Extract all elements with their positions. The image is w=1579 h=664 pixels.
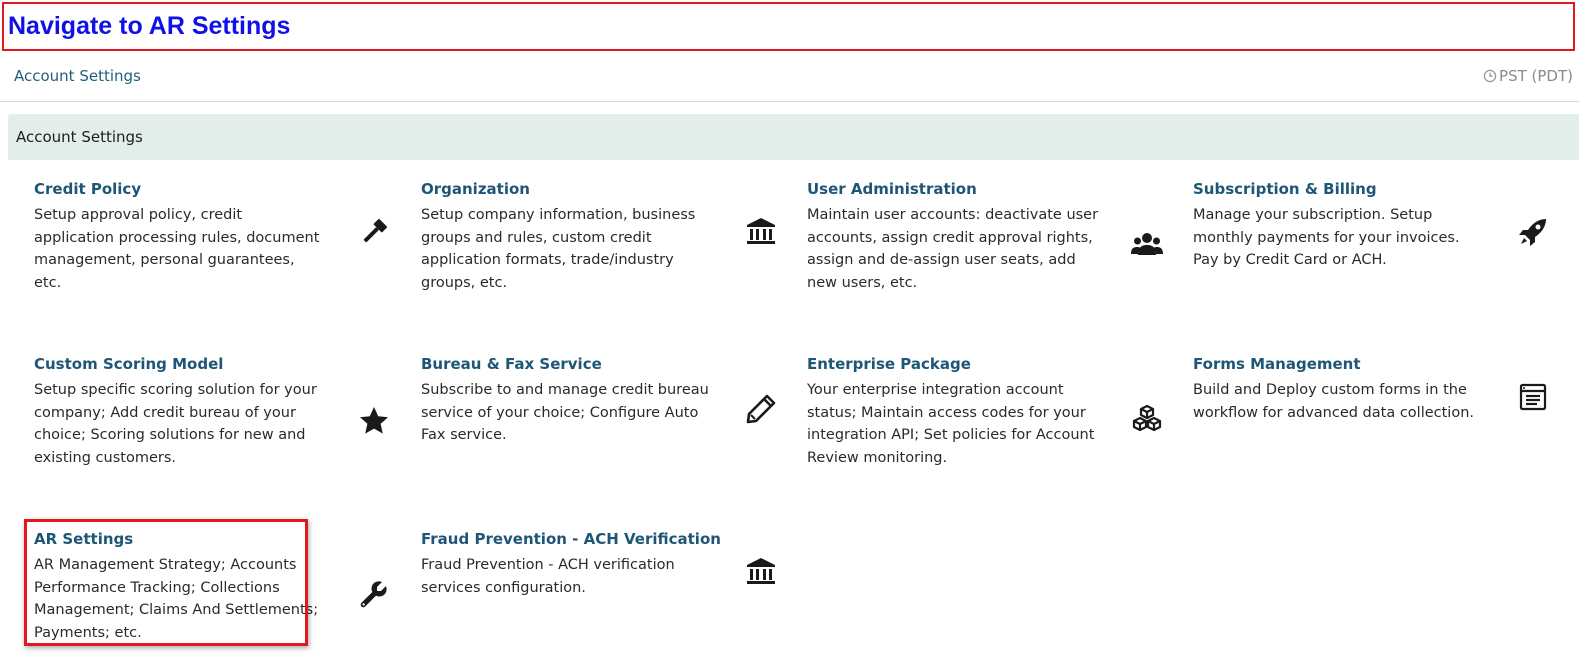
users-icon — [1127, 224, 1167, 264]
account-settings-panel: Account Settings Credit Policy Setup app… — [8, 114, 1579, 664]
bank-icon — [741, 212, 781, 252]
card-description: Fraud Prevention - ACH verification serv… — [421, 557, 675, 596]
instruction-text: Navigate to AR Settings — [8, 12, 291, 40]
top-bar: Account Settings PST (PDT) — [0, 54, 1579, 102]
clock-icon — [1483, 69, 1497, 83]
bank-icon — [741, 552, 781, 592]
subscription-billing-link[interactable]: Subscription & Billing — [1193, 180, 1563, 198]
card-custom-scoring-model: Custom Scoring Model Setup specific scor… — [34, 355, 404, 469]
organization-link[interactable]: Organization — [421, 180, 791, 198]
card-description: Setup company information, business grou… — [421, 207, 696, 291]
card-description: Build and Deploy custom forms in the wor… — [1193, 382, 1475, 421]
card-description: Your enterprise integration account stat… — [807, 382, 1095, 466]
rocket-icon — [1513, 212, 1553, 252]
wrench-icon — [354, 574, 394, 614]
instruction-banner: Navigate to AR Settings — [2, 2, 1575, 51]
card-description: Manage your subscription. Setup monthly … — [1193, 207, 1460, 268]
ar-settings-link[interactable]: AR Settings — [34, 530, 404, 548]
card-bureau-fax-service: Bureau & Fax Service Subscribe to and ma… — [421, 355, 791, 447]
card-credit-policy: Credit Policy Setup approval policy, cre… — [34, 180, 404, 294]
star-icon — [354, 401, 394, 441]
form-icon — [1513, 377, 1553, 417]
credit-policy-link[interactable]: Credit Policy — [34, 180, 404, 198]
card-description: AR Management Strategy; Accounts Perform… — [34, 557, 319, 641]
timezone-indicator: PST (PDT) — [1483, 67, 1573, 85]
bureau-fax-service-link[interactable]: Bureau & Fax Service — [421, 355, 791, 373]
custom-scoring-model-link[interactable]: Custom Scoring Model — [34, 355, 404, 373]
card-user-administration: User Administration Maintain user accoun… — [807, 180, 1177, 294]
gavel-icon — [354, 212, 394, 252]
pencil-icon — [741, 389, 781, 429]
card-enterprise-package: Enterprise Package Your enterprise integ… — [807, 355, 1177, 469]
card-description: Subscribe to and manage credit bureau se… — [421, 382, 709, 443]
card-description: Setup approval policy, credit applicatio… — [34, 207, 320, 291]
enterprise-package-link[interactable]: Enterprise Package — [807, 355, 1177, 373]
timezone-label: PST (PDT) — [1499, 67, 1573, 85]
breadcrumb-account-settings[interactable]: Account Settings — [14, 67, 141, 85]
card-organization: Organization Setup company information, … — [421, 180, 791, 294]
card-forms-management: Forms Management Build and Deploy custom… — [1193, 355, 1563, 424]
panel-header: Account Settings — [8, 114, 1579, 160]
forms-management-link[interactable]: Forms Management — [1193, 355, 1563, 373]
panel-title: Account Settings — [16, 128, 143, 146]
fraud-prevention-ach-link[interactable]: Fraud Prevention - ACH Verification — [421, 530, 791, 548]
card-description: Setup specific scoring solution for your… — [34, 382, 317, 466]
card-ar-settings: AR Settings AR Management Strategy; Acco… — [34, 530, 404, 644]
cubes-icon — [1127, 399, 1167, 439]
card-fraud-prevention-ach: Fraud Prevention - ACH Verification Frau… — [421, 530, 791, 599]
card-subscription-billing: Subscription & Billing Manage your subsc… — [1193, 180, 1563, 272]
user-administration-link[interactable]: User Administration — [807, 180, 1177, 198]
card-description: Maintain user accounts: deactivate user … — [807, 207, 1099, 291]
